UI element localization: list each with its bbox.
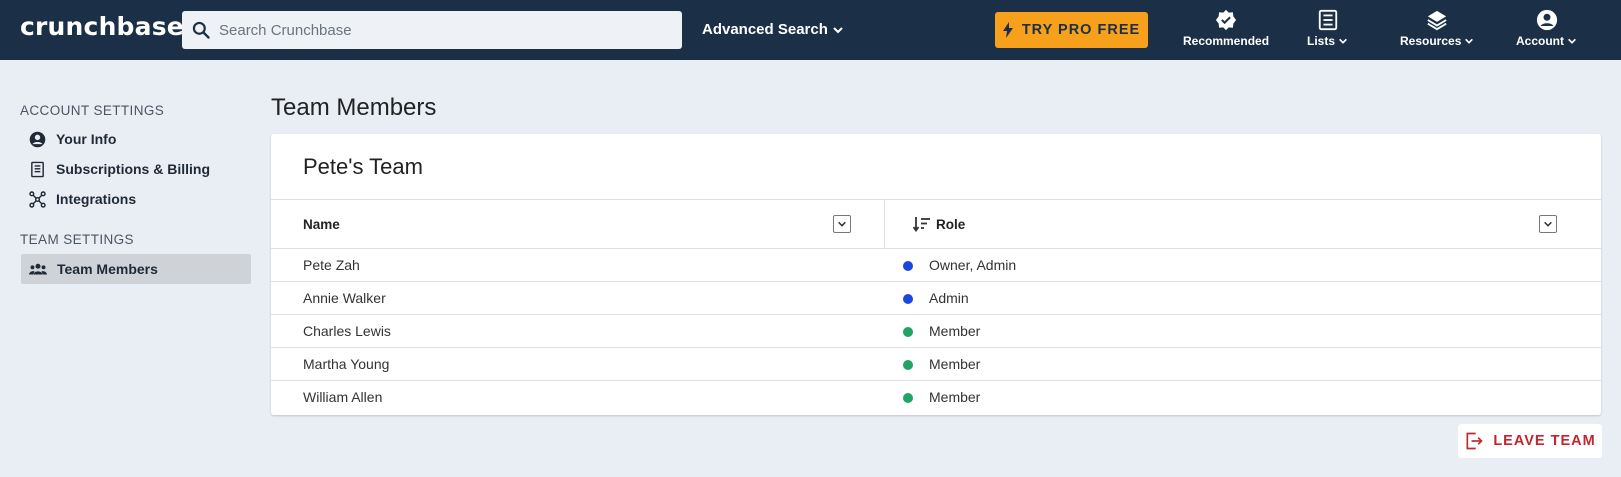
role-status-dot — [903, 261, 913, 271]
table-row[interactable]: Annie Walker Admin — [271, 282, 1601, 315]
nav-resources[interactable]: Resources — [1400, 9, 1474, 48]
sidebar-item-your-info[interactable]: Your Info — [21, 124, 251, 154]
role-status-dot — [903, 393, 913, 403]
table-row[interactable]: Martha Young Member — [271, 348, 1601, 381]
member-role: Owner, Admin — [929, 257, 1017, 273]
search-icon — [192, 21, 210, 39]
team-settings-heading: TEAM SETTINGS — [20, 232, 134, 247]
sidebar-item-label: Integrations — [56, 191, 137, 207]
chevron-down-icon — [833, 26, 843, 33]
table-row[interactable]: Pete Zah Owner, Admin — [271, 249, 1601, 282]
exit-icon — [1466, 432, 1483, 450]
sidebar-item-integrations[interactable]: Integrations — [21, 184, 251, 214]
crunchbase-logo[interactable]: crunchbase — [20, 12, 184, 41]
page-title: Team Members — [271, 94, 437, 121]
sidebar-item-team-members[interactable]: Team Members — [21, 254, 251, 284]
try-pro-free-button[interactable]: TRY PRO FREE — [995, 12, 1148, 48]
role-status-dot — [903, 294, 913, 304]
column-header-role[interactable]: Role — [913, 200, 965, 248]
member-role: Admin — [929, 290, 969, 306]
nav-lists[interactable]: Lists — [1307, 9, 1348, 48]
sidebar-item-label: Team Members — [57, 261, 158, 277]
team-card: Pete's Team Name Role Pete Zah Owner, Ad… — [271, 134, 1601, 415]
column-header-role-label: Role — [936, 216, 966, 232]
nav-account-label: Account — [1516, 34, 1564, 48]
sidebar-item-label: Your Info — [56, 131, 117, 147]
top-navigation-bar: crunchbase Advanced Search TRY PRO FREE … — [0, 0, 1621, 60]
verified-badge-icon — [1215, 9, 1237, 31]
nav-lists-label: Lists — [1307, 34, 1336, 48]
lightning-bolt-icon — [1002, 22, 1013, 38]
member-name[interactable]: Charles Lewis — [303, 323, 391, 339]
member-name[interactable]: Annie Walker — [303, 290, 386, 306]
role-status-dot — [903, 327, 913, 337]
leave-team-button[interactable]: LEAVE TEAM — [1458, 424, 1602, 458]
nav-resources-label: Resources — [1400, 34, 1462, 48]
account-circle-icon — [29, 131, 46, 147]
advanced-search-label: Advanced Search — [702, 21, 828, 38]
people-icon — [29, 263, 47, 275]
role-status-dot — [903, 360, 913, 370]
nav-recommended[interactable]: Recommended — [1183, 9, 1269, 48]
nav-account[interactable]: Account — [1516, 9, 1577, 48]
layers-icon — [1427, 10, 1447, 31]
list-icon — [1318, 9, 1337, 31]
chevron-down-icon — [1465, 38, 1474, 44]
column-header-name[interactable]: Name — [303, 200, 340, 248]
integrations-icon — [29, 190, 46, 208]
column-divider[interactable] — [884, 200, 885, 248]
advanced-search-menu[interactable]: Advanced Search — [702, 21, 844, 38]
sort-icon — [913, 217, 930, 232]
search-box[interactable] — [182, 11, 682, 49]
receipt-icon — [31, 161, 44, 177]
account-settings-heading: ACCOUNT SETTINGS — [20, 103, 165, 118]
chevron-down-icon — [1568, 38, 1576, 44]
sidebar-item-label: Subscriptions & Billing — [56, 161, 211, 177]
member-name[interactable]: William Allen — [303, 389, 382, 405]
table-row[interactable]: William Allen Member — [271, 381, 1601, 414]
chevron-down-icon — [1544, 221, 1552, 227]
search-input[interactable] — [219, 21, 659, 39]
role-column-menu-button[interactable] — [1539, 215, 1557, 233]
member-name[interactable]: Pete Zah — [303, 257, 360, 273]
nav-recommended-label: Recommended — [1183, 34, 1270, 48]
team-name: Pete's Team — [303, 154, 423, 179]
account-circle-icon — [1536, 9, 1557, 31]
sidebar-item-subscriptions-billing[interactable]: Subscriptions & Billing — [21, 154, 251, 184]
name-column-menu-button[interactable] — [833, 215, 851, 233]
member-role: Member — [929, 389, 981, 405]
try-pro-free-label: TRY PRO FREE — [1021, 22, 1141, 38]
leave-team-label: LEAVE TEAM — [1493, 433, 1596, 449]
chevron-down-icon — [838, 221, 846, 227]
table-header: Name Role — [271, 199, 1601, 249]
member-name[interactable]: Martha Young — [303, 356, 389, 372]
member-role: Member — [929, 356, 981, 372]
chevron-down-icon — [1339, 38, 1347, 44]
table-row[interactable]: Charles Lewis Member — [271, 315, 1601, 348]
member-role: Member — [929, 323, 981, 339]
